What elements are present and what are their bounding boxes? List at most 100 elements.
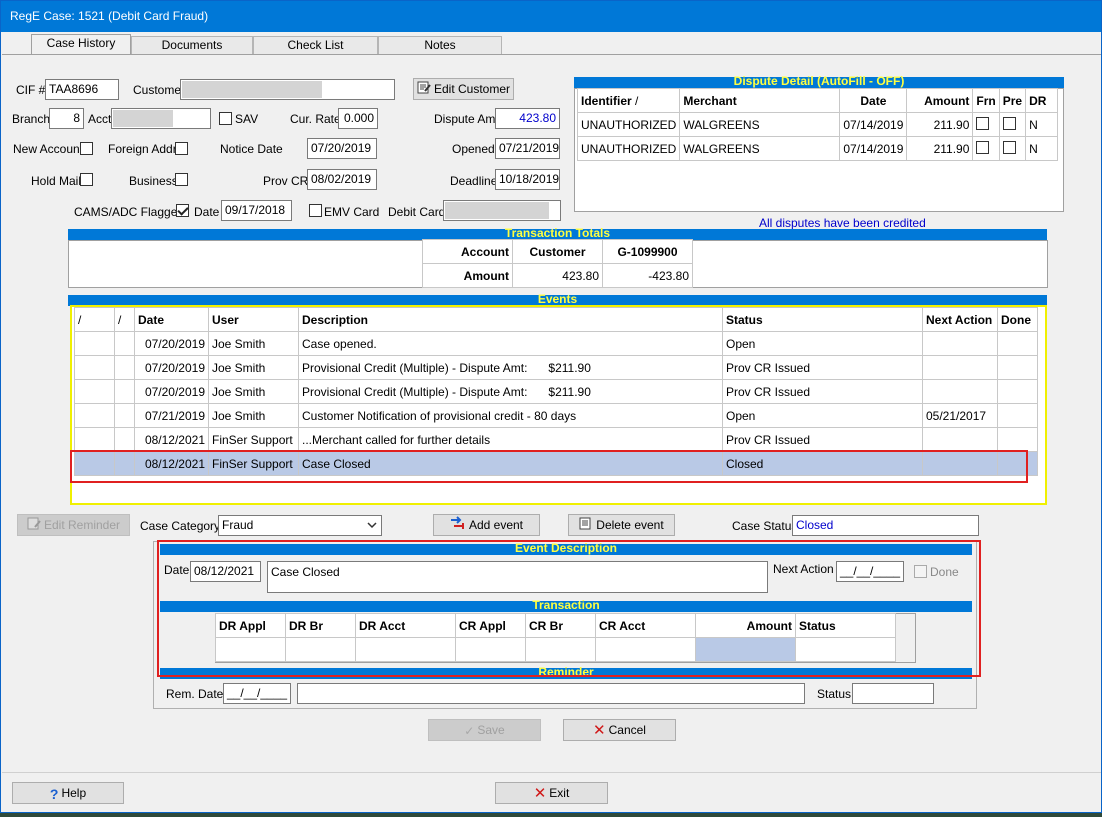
dispute-cell-dr: N bbox=[1025, 136, 1059, 161]
dispute-col-pre[interactable]: Pre bbox=[998, 88, 1027, 113]
dispute-col-frn[interactable]: Frn bbox=[972, 88, 1000, 113]
frn-checkbox[interactable] bbox=[976, 116, 990, 130]
dispute-cell-merchant: WALGREENS bbox=[679, 112, 841, 137]
tab-case-history[interactable]: Case History bbox=[31, 34, 131, 54]
pre-checkbox[interactable] bbox=[1002, 140, 1016, 154]
window-title: RegE Case: 1521 (Debit Card Fraud) bbox=[1, 1, 1101, 32]
cams-date-field[interactable]: 09/17/2018 bbox=[221, 200, 292, 221]
rem-date-field[interactable]: __/__/____ bbox=[223, 683, 291, 704]
new-account-checkbox[interactable] bbox=[80, 142, 93, 155]
events-col-status[interactable]: Status bbox=[722, 307, 923, 332]
case-status-label: Case Status bbox=[732, 519, 798, 533]
dispute-cell-identifier: UNAUTHORIZED bbox=[576, 112, 681, 137]
dispute-row[interactable]: UNAUTHORIZED WALGREENS 07/14/2019 211.90… bbox=[576, 136, 1059, 161]
pre-checkbox[interactable] bbox=[1002, 116, 1016, 130]
case-category-select[interactable]: Fraud bbox=[218, 515, 382, 536]
dispute-cell-merchant: WALGREENS bbox=[679, 136, 841, 161]
branch-field[interactable]: 8 bbox=[49, 108, 84, 129]
reminder-status-field[interactable] bbox=[852, 683, 934, 704]
event-cell-flag1 bbox=[74, 355, 115, 380]
event-cell-user: Joe Smith bbox=[208, 331, 299, 356]
help-button[interactable]: ? Help bbox=[12, 782, 124, 804]
dispute-col-date[interactable]: Date bbox=[839, 88, 908, 113]
add-event-button[interactable]: Add event bbox=[433, 514, 540, 536]
events-col-flag2[interactable]: / bbox=[114, 307, 135, 332]
prov-cr-field[interactable]: 08/02/2019 bbox=[307, 169, 377, 190]
event-cell-description: Provisional Credit (Multiple) - Dispute … bbox=[298, 355, 723, 380]
event-cell-date: 07/20/2019 bbox=[134, 355, 209, 380]
new-account-label: New Account bbox=[13, 142, 84, 156]
acct-field[interactable] bbox=[111, 108, 211, 129]
event-cell-done bbox=[997, 379, 1038, 404]
dispute-cell-frn bbox=[972, 136, 1000, 161]
debit-card-field[interactable] bbox=[443, 200, 561, 221]
customer-field[interactable] bbox=[180, 79, 395, 100]
sav-label: SAV bbox=[235, 112, 259, 126]
frn-checkbox[interactable] bbox=[976, 140, 990, 154]
opened-field[interactable]: 07/21/2019 bbox=[495, 138, 560, 159]
notice-date-field[interactable]: 07/20/2019 bbox=[307, 138, 377, 159]
events-col-flag1[interactable]: / bbox=[74, 307, 115, 332]
main-window: RegE Case: 1521 (Debit Card Fraud) Case … bbox=[0, 0, 1102, 813]
events-col-next-action[interactable]: Next Action bbox=[922, 307, 998, 332]
tab-panel-border bbox=[2, 54, 1101, 55]
dispute-cell-amount: 211.90 bbox=[906, 112, 974, 137]
emv-card-label: EMV Card bbox=[324, 205, 380, 219]
event-cell-flag2 bbox=[114, 355, 135, 380]
event-cell-user: Joe Smith bbox=[208, 355, 299, 380]
case-status-field[interactable]: Closed bbox=[792, 515, 979, 536]
events-col-date[interactable]: Date bbox=[134, 307, 209, 332]
sort-indicator: / bbox=[635, 93, 639, 108]
exit-button[interactable]: ✕ Exit bbox=[495, 782, 608, 804]
tab-notes[interactable]: Notes bbox=[378, 36, 502, 54]
event-row[interactable]: 07/20/2019 Joe Smith Provisional Credit … bbox=[74, 355, 1038, 380]
hold-mail-checkbox[interactable] bbox=[80, 173, 93, 186]
dispute-col-identifier[interactable]: Identifier / bbox=[576, 88, 681, 113]
reminder-text-field[interactable] bbox=[297, 683, 805, 704]
branch-label: Branch bbox=[12, 112, 51, 126]
dispute-col-amount[interactable]: Amount bbox=[906, 88, 974, 113]
save-label: Save bbox=[477, 723, 505, 737]
deadline-label: Deadline bbox=[450, 174, 498, 188]
delete-event-label: Delete event bbox=[596, 518, 664, 532]
foreign-addr-checkbox[interactable] bbox=[175, 142, 188, 155]
cur-rate-field[interactable]: 0.000 bbox=[338, 108, 378, 129]
business-checkbox[interactable] bbox=[175, 173, 188, 186]
dispute-row[interactable]: UNAUTHORIZED WALGREENS 07/14/2019 211.90… bbox=[576, 112, 1059, 137]
events-header-row: / / Date User Description Status Next Ac… bbox=[74, 307, 1038, 332]
tab-check-list[interactable]: Check List bbox=[253, 36, 378, 54]
event-cell-flag1 bbox=[74, 403, 115, 428]
emv-card-checkbox[interactable] bbox=[309, 204, 322, 217]
events-col-description[interactable]: Description bbox=[298, 307, 723, 332]
tab-documents[interactable]: Documents bbox=[131, 36, 253, 54]
event-cell-status: Prov CR Issued bbox=[722, 379, 923, 404]
cams-label: CAMS/ADC Flagged bbox=[74, 205, 185, 219]
dispute-cell-date: 07/14/2019 bbox=[839, 136, 908, 161]
sav-checkbox[interactable] bbox=[219, 112, 232, 125]
save-button[interactable]: ✓ Save bbox=[428, 719, 541, 741]
event-cell-date: 07/21/2019 bbox=[134, 403, 209, 428]
event-row[interactable]: 07/20/2019 Joe Smith Case opened. Open bbox=[74, 331, 1038, 356]
dispute-amt-field[interactable]: 423.80 bbox=[495, 108, 560, 129]
date-label: Date bbox=[194, 205, 220, 219]
event-cell-status: Prov CR Issued bbox=[722, 427, 923, 452]
event-cell-status: Open bbox=[722, 403, 923, 428]
event-row[interactable]: 07/20/2019 Joe Smith Provisional Credit … bbox=[74, 379, 1038, 404]
deadline-field[interactable]: 10/18/2019 bbox=[495, 169, 560, 190]
help-icon: ? bbox=[49, 785, 59, 802]
cancel-button[interactable]: ✕ Cancel bbox=[563, 719, 676, 741]
dispute-detail-header: Dispute Detail (AutoFill - OFF) bbox=[574, 75, 1064, 88]
event-row[interactable]: 08/12/2021 FinSer Support ...Merchant ca… bbox=[74, 427, 1038, 452]
cif-field[interactable]: TAA8696 bbox=[45, 79, 119, 100]
cams-checkbox[interactable] bbox=[176, 204, 189, 217]
edit-customer-button[interactable]: Edit Customer bbox=[413, 78, 514, 100]
dispute-col-merchant[interactable]: Merchant bbox=[679, 88, 841, 113]
event-cell-flag2 bbox=[114, 427, 135, 452]
business-label: Business bbox=[129, 174, 178, 188]
edit-reminder-button[interactable]: Edit Reminder bbox=[17, 514, 130, 536]
events-col-user[interactable]: User bbox=[208, 307, 299, 332]
events-col-done[interactable]: Done bbox=[997, 307, 1038, 332]
dispute-col-dr[interactable]: DR bbox=[1025, 88, 1059, 113]
event-row[interactable]: 07/21/2019 Joe Smith Customer Notificati… bbox=[74, 403, 1038, 428]
delete-event-button[interactable]: Delete event bbox=[568, 514, 675, 536]
